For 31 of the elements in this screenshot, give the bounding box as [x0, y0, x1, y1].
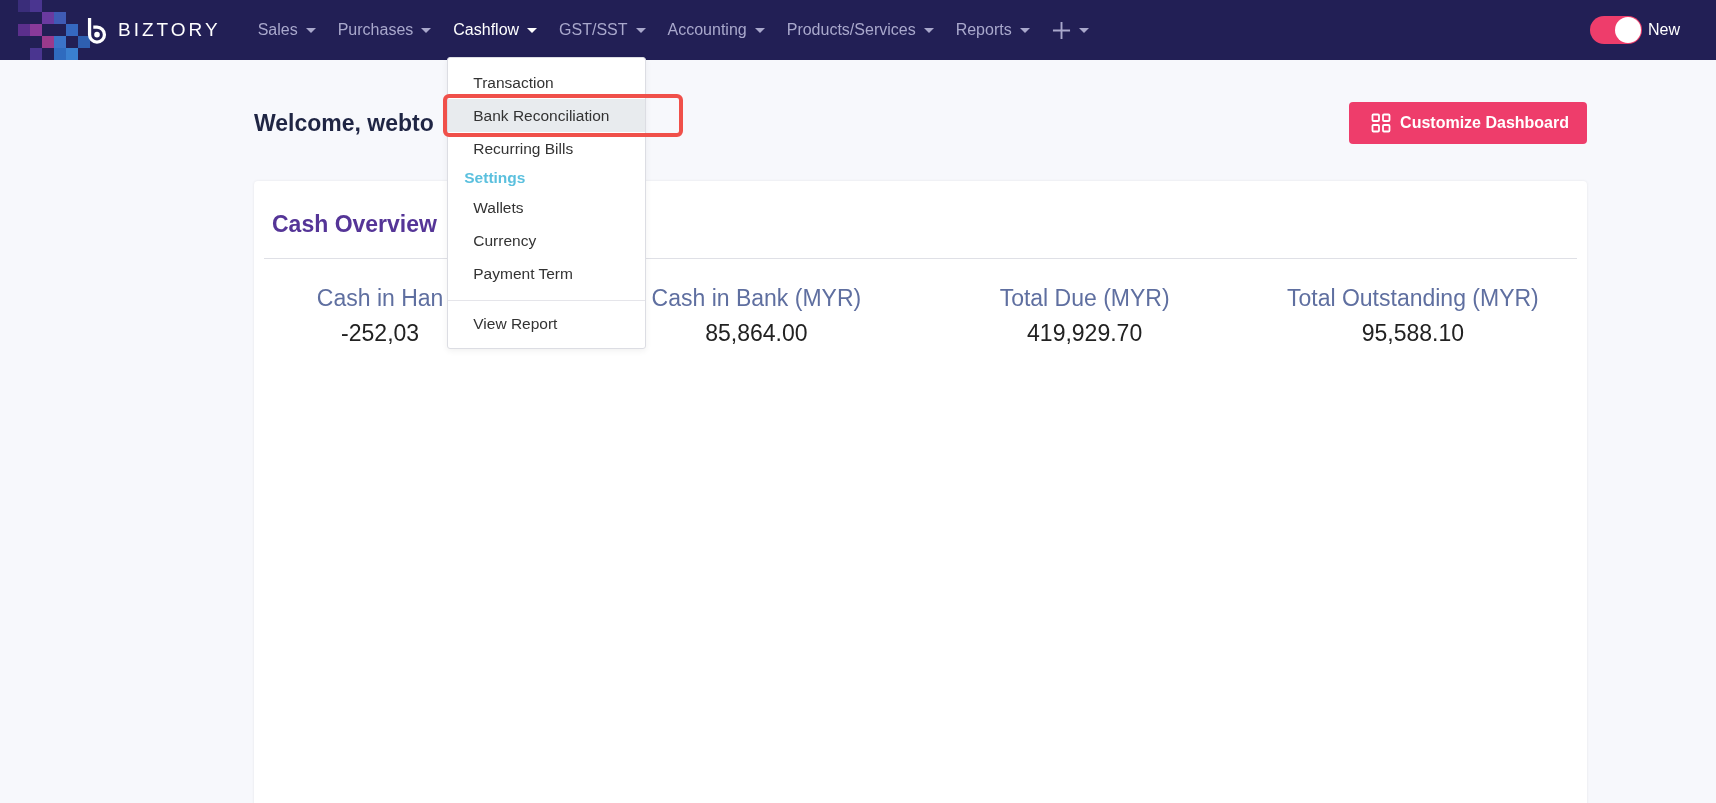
stat-label: Cash in Han [316, 285, 444, 312]
dropdown-item[interactable]: Recurring Bills [448, 132, 646, 165]
nav-menu-item[interactable]: Cashflow [444, 15, 547, 45]
plus-icon [1051, 20, 1071, 40]
customize-dashboard-button[interactable]: Customize Dashboard [1349, 102, 1587, 144]
dropdown-item[interactable]: Wallets [448, 191, 646, 224]
nav-menu-item[interactable]: Sales [248, 15, 325, 45]
grid-icon [1371, 113, 1392, 133]
nav-menu-item[interactable]: GST/SST [550, 15, 655, 45]
nav-menu-item[interactable]: Purchases [328, 15, 441, 45]
brand-name: BIZTORY [118, 19, 221, 41]
nav-menu-item[interactable]: Reports [946, 15, 1039, 45]
stat-value: -252,03 [341, 320, 420, 347]
dropdown-item[interactable]: Payment Term [448, 257, 646, 290]
stat-label: Total Due (MYR) [999, 285, 1170, 312]
nav-menu-item[interactable]: Products/Services [777, 15, 943, 45]
dropdown-item[interactable]: View Report [448, 307, 646, 340]
stat-label: Total Outstanding (MYR) [1286, 285, 1539, 312]
card-title: Cash Overview [271, 210, 438, 239]
dropdown-item[interactable]: Currency [448, 224, 646, 257]
toggle-switch[interactable] [1590, 16, 1642, 44]
dropdown-section-header: Settings [463, 168, 527, 188]
toggle-label: New [1648, 21, 1680, 39]
dropdown-item[interactable]: Bank Reconciliation [448, 99, 646, 132]
stat-value: 95,588.10 [1361, 320, 1465, 347]
stat-label: Cash in Bank (MYR) [651, 285, 862, 312]
stat-value: 85,864.00 [705, 320, 808, 347]
nav-menu-item[interactable]: Accounting [658, 15, 774, 45]
stat-value: 419,929.70 [1027, 320, 1143, 347]
dropdown-item[interactable]: Transaction [448, 66, 646, 99]
welcome-heading: Welcome, webto [254, 109, 434, 137]
